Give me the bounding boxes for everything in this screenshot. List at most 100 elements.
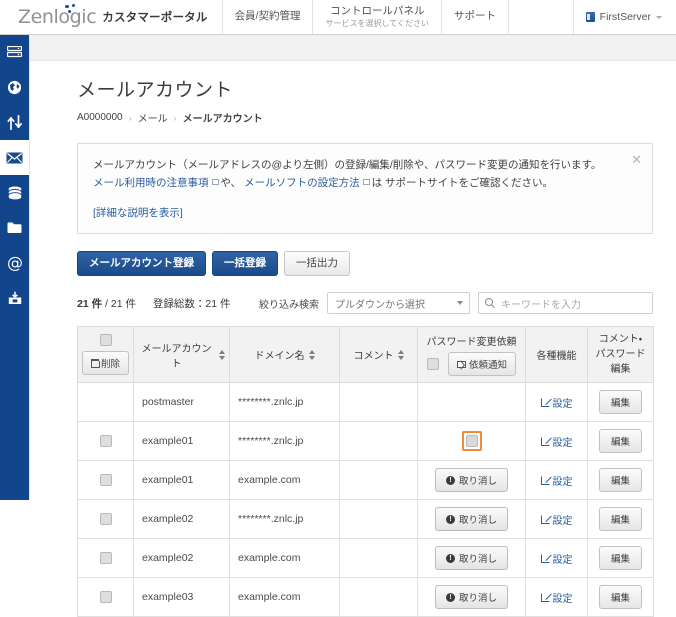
column-label: メールアカウント	[141, 343, 212, 370]
row-select-cell	[77, 538, 134, 579]
filter-row: 21 件 / 21 件 登録総数：21 件 絞り込み検索 プルダウンから選択 キ…	[77, 292, 653, 315]
settings-link-label: 設定	[552, 398, 573, 410]
sidebar-item-backup[interactable]	[0, 280, 29, 315]
globe-icon	[7, 80, 22, 95]
nav-control-panel[interactable]: コントロールパネル サービスを選択してください	[313, 0, 443, 34]
edit-button[interactable]: 編集	[598, 585, 642, 610]
delete-button[interactable]: 削除	[82, 351, 130, 376]
settings-link[interactable]: 設定	[540, 395, 573, 410]
registered-total-label: 登録総数：21 件	[152, 297, 231, 310]
column-label: コメント	[353, 351, 394, 363]
cell-mail-account: example03	[133, 577, 230, 617]
database-icon	[7, 186, 22, 199]
close-icon[interactable]: ✕	[631, 153, 642, 166]
settings-link[interactable]: 設定	[540, 512, 573, 527]
row-select-checkbox[interactable]	[99, 435, 112, 448]
logo-dots-icon	[65, 4, 79, 14]
row-select-checkbox[interactable]	[99, 591, 112, 604]
cancel-request-button[interactable]: ! 取り消し	[434, 585, 508, 610]
breadcrumb-separator-icon: ›	[173, 112, 177, 123]
sidebar-item-transfer[interactable]	[0, 105, 29, 140]
breadcrumb-item-mail[interactable]: メール	[138, 110, 168, 125]
cancel-request-button[interactable]: ! 取り消し	[434, 468, 508, 493]
notice-link-setup[interactable]: メールソフトの設定方法	[244, 177, 360, 189]
filter-select[interactable]: プルダウンから選択	[327, 292, 470, 315]
delete-button-label: 削除	[101, 359, 121, 371]
cancel-request-label: 取り消し	[458, 593, 497, 605]
bulk-register-button[interactable]: 一括登録	[212, 250, 278, 277]
brand-logo-area[interactable]: Zenlogic カスタマーポータル	[0, 0, 223, 34]
cell-domain: ********.znlc.jp	[229, 382, 340, 423]
nav-member-contract[interactable]: 会員/契約管理	[223, 0, 314, 34]
edit-button[interactable]: 編集	[598, 429, 642, 454]
nav-label: 会員/契約管理	[234, 10, 301, 23]
show-detail-link[interactable]: [詳細な説明を表示]	[93, 205, 624, 220]
sidebar-item-database[interactable]	[0, 175, 29, 210]
settings-link[interactable]: 設定	[540, 434, 573, 449]
exclamation-icon: !	[445, 514, 455, 524]
sort-icon[interactable]	[308, 349, 315, 360]
edit-button[interactable]: 編集	[598, 468, 642, 493]
column-mail-account[interactable]: メールアカウント	[133, 326, 230, 384]
sidebar-item-files[interactable]	[0, 210, 29, 245]
cell-edit: 編集	[587, 382, 654, 423]
cell-edit: 編集	[587, 499, 654, 540]
cell-edit: 編集	[587, 538, 654, 579]
column-domain[interactable]: ドメイン名	[229, 326, 340, 384]
edit-button[interactable]: 編集	[598, 390, 642, 415]
edit-button[interactable]: 編集	[598, 546, 642, 571]
column-comment-password-edit: コメント・ パスワード 編集	[587, 326, 654, 384]
sort-icon[interactable]	[397, 349, 404, 360]
sidebar-item-at[interactable]: @	[0, 245, 29, 280]
row-select-checkbox[interactable]	[99, 474, 112, 487]
cell-mail-account: example01	[133, 460, 230, 501]
page-title: メールアカウント	[77, 80, 234, 101]
cell-mail-account: example01	[133, 421, 230, 462]
row-select-checkbox[interactable]	[99, 513, 112, 526]
register-mail-account-button[interactable]: メールアカウント登録	[77, 250, 206, 277]
cancel-request-button[interactable]: ! 取り消し	[434, 507, 508, 532]
pencil-icon	[540, 436, 550, 446]
settings-link[interactable]: 設定	[540, 551, 573, 566]
sidebar-item-mail[interactable]	[0, 140, 29, 175]
select-all-password-checkbox[interactable]	[426, 358, 439, 371]
cell-edit: 編集	[587, 460, 654, 501]
select-all-checkbox[interactable]	[99, 334, 112, 347]
cell-edit: 編集	[587, 421, 654, 462]
nav-label: サポート	[454, 10, 497, 23]
cell-functions: 設定	[525, 460, 588, 501]
edit-button[interactable]: 編集	[598, 507, 642, 532]
settings-link[interactable]: 設定	[540, 590, 573, 605]
cell-password-request: ! 取り消し	[417, 499, 526, 540]
cancel-request-button[interactable]: ! 取り消し	[434, 546, 508, 571]
settings-link[interactable]: 設定	[540, 473, 573, 488]
column-label: 各種機能	[536, 351, 577, 363]
external-link-icon	[211, 179, 219, 186]
account-menu[interactable]: FirstServer	[574, 0, 676, 34]
nav-support[interactable]: サポート	[442, 0, 510, 34]
sidebar-item-domain[interactable]	[0, 70, 29, 105]
cell-edit: 編集	[587, 577, 654, 617]
cell-comment	[339, 382, 418, 423]
search-input[interactable]: キーワードを入力	[478, 292, 653, 315]
table-row: example01 example.com! 取り消し 設定 編集	[77, 460, 654, 501]
password-request-checkbox[interactable]	[465, 435, 478, 448]
zenlogic-logo: Zenlogic	[18, 4, 97, 28]
notice-mid-1: や、	[220, 177, 242, 190]
breadcrumb-item-account[interactable]: A0000000	[77, 112, 123, 123]
account-name: FirstServer	[599, 11, 651, 23]
notify-request-button[interactable]: 依頼通知	[447, 352, 516, 377]
sort-icon[interactable]	[219, 349, 225, 360]
column-label: ドメイン名	[254, 351, 305, 363]
sidebar-item-server[interactable]	[0, 35, 29, 70]
row-select-checkbox[interactable]	[99, 552, 112, 565]
svg-text:@: @	[7, 255, 23, 271]
column-comment[interactable]: コメント	[339, 326, 418, 384]
row-select-cell	[77, 577, 134, 617]
pencil-icon	[540, 514, 550, 524]
cell-mail-account: postmaster	[133, 382, 230, 423]
trash-icon	[90, 359, 100, 369]
bulk-export-button[interactable]: 一括出力	[284, 250, 350, 277]
cell-domain: example.com	[229, 538, 340, 579]
notice-link-cautions[interactable]: メール利用時の注意事項	[93, 177, 209, 189]
